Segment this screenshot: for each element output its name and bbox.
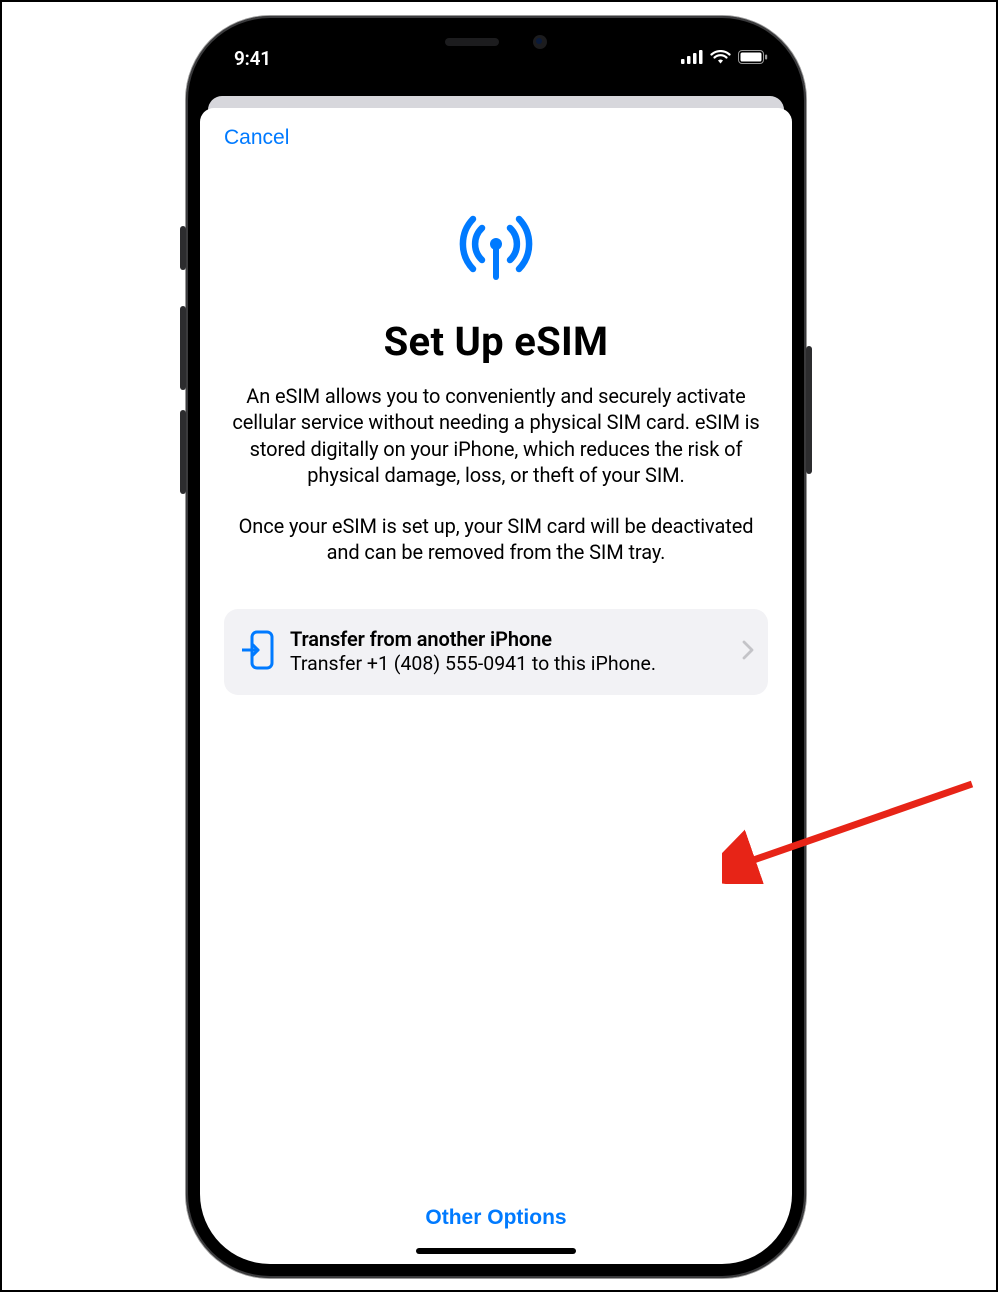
wifi-icon [710,49,731,68]
cellular-signal-icon [681,49,703,68]
volume-down-button [180,410,186,494]
front-camera [533,35,547,49]
content-area: Set Up eSIM An eSIM allows you to conven… [200,150,792,1206]
battery-icon [738,49,768,68]
mute-switch [180,226,186,270]
other-options-button[interactable]: Other Options [425,1206,566,1230]
phone-frame: 9:41 [186,16,806,1278]
option-title: Transfer from another iPhone [290,627,726,651]
side-button [806,346,812,474]
footer: Other Options [200,1206,792,1264]
option-text: Transfer from another iPhone Transfer +1… [290,627,726,676]
notch [396,24,596,60]
status-icons [681,49,768,68]
transfer-in-icon [242,630,274,674]
home-indicator[interactable] [416,1248,576,1254]
description-paragraph-1: An eSIM allows you to conveniently and s… [224,383,768,489]
page-title: Set Up eSIM [384,318,609,365]
option-subtitle: Transfer +1 (408) 555-0941 to this iPhon… [290,652,726,676]
cellular-antenna-icon [448,206,544,290]
modal-sheet: Cancel Set Up eSIM [200,108,792,1264]
nav-bar: Cancel [200,108,792,150]
speaker-grill [445,38,499,46]
status-time: 9:41 [224,47,271,70]
transfer-from-iphone-option[interactable]: Transfer from another iPhone Transfer +1… [224,609,768,694]
chevron-right-icon [742,640,754,664]
description-paragraph-2: Once your eSIM is set up, your SIM card … [224,513,768,566]
volume-up-button [180,306,186,390]
phone-screen: 9:41 [194,24,798,1270]
cancel-button[interactable]: Cancel [224,126,289,150]
